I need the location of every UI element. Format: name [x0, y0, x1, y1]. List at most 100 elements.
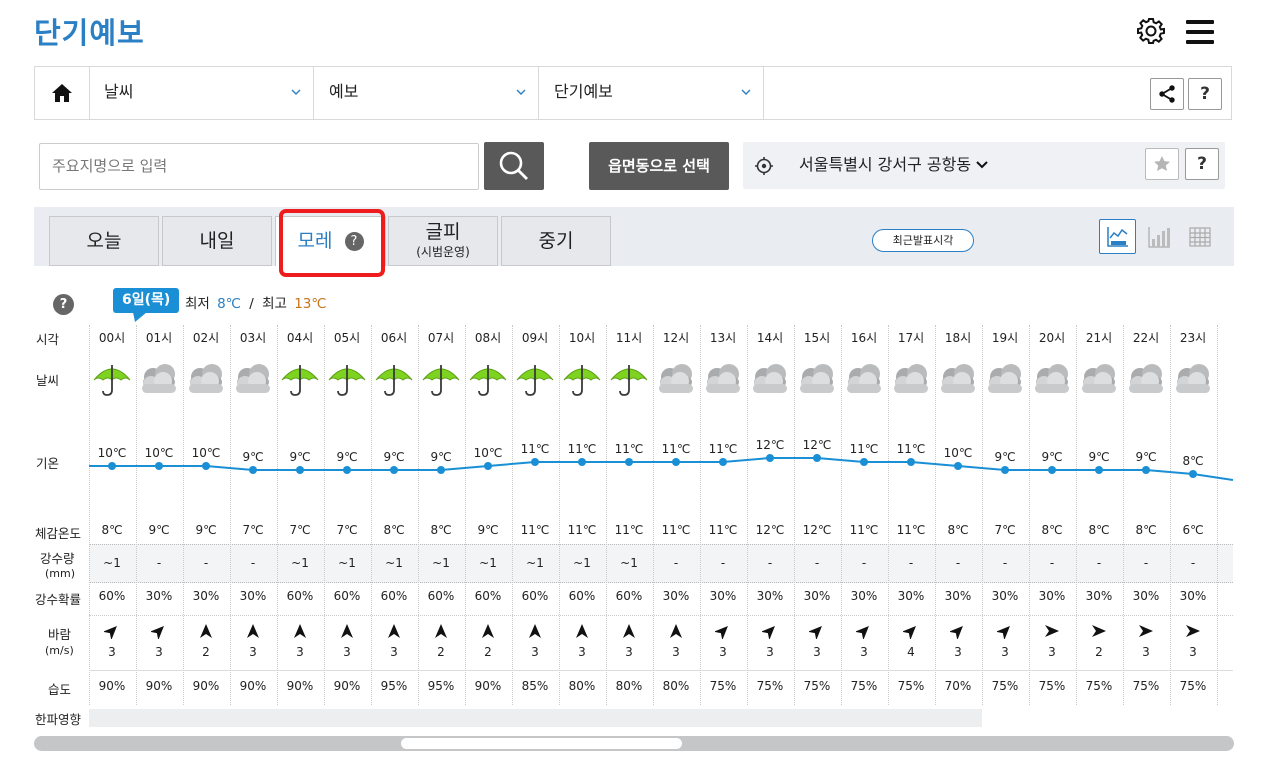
wind-speed-value: 3 [672, 645, 680, 659]
precipitation-value: - [1096, 556, 1102, 570]
temperature-label: 10℃ [191, 446, 221, 460]
wind-direction-arrow-icon [623, 624, 635, 638]
wind-direction-arrow-icon [388, 624, 400, 638]
precip-probability-value: 30% [1132, 589, 1160, 603]
wind-arrow-shape [200, 624, 212, 638]
precip-probability-value: 60% [615, 589, 643, 603]
humidity-value: 90% [239, 679, 267, 693]
feels-like-value: 8℃ [383, 523, 405, 537]
row-divider [89, 670, 1233, 671]
cloud-front [941, 384, 975, 393]
cloudy-icon [847, 364, 881, 393]
temperature-point [954, 462, 962, 470]
hour-label: 08시 [474, 331, 502, 345]
precipitation-value: - [861, 556, 867, 570]
temperature-point [531, 458, 539, 466]
wind-arrow-shape [623, 624, 635, 638]
precipitation-value: - [720, 556, 726, 570]
precip-probability-value: 60% [568, 589, 596, 603]
feels-like-value: 7℃ [289, 523, 311, 537]
precip-probability-value: 30% [944, 589, 972, 603]
wind-speed-value: 3 [108, 645, 116, 659]
column-separator [1216, 325, 1218, 705]
feels-like-value: 8℃ [101, 523, 123, 537]
hour-label: 11시 [615, 331, 643, 345]
hourly-forecast-grid: 00시 10℃ 8℃ ~1 60% 3 90% 01시 10℃ 9℃ - 30% 3 90% 02시 10℃ 9… [0, 0, 1276, 762]
wind-direction-arrow-icon [1092, 625, 1106, 637]
cloud-shapes [1176, 364, 1210, 393]
hour-label: 03시 [239, 331, 267, 345]
wind-arrow-shape [247, 624, 259, 638]
wind-arrow-shape [294, 624, 306, 638]
precip-probability-value: 60% [427, 589, 455, 603]
wind-speed-value: 3 [249, 645, 257, 659]
wind-speed-value: 2 [1095, 645, 1103, 659]
wind-arrow-shape [950, 626, 963, 639]
feels-like-value: 8℃ [1041, 523, 1063, 537]
hour-label: 22시 [1132, 331, 1160, 345]
temperature-point [766, 454, 774, 462]
temperature-point [484, 462, 492, 470]
cloud-shapes [189, 364, 223, 393]
wind-arrow-shape [1045, 625, 1059, 637]
precipitation-value: ~1 [338, 556, 356, 570]
temperature-label: 12℃ [755, 438, 785, 452]
hour-label: 14시 [756, 331, 784, 345]
wind-direction-arrow-icon [104, 626, 117, 639]
feels-like-value: 8℃ [1135, 523, 1157, 537]
temperature-label: 8℃ [1182, 454, 1204, 468]
wind-direction-arrow-icon [715, 626, 728, 639]
hour-label: 10시 [568, 331, 596, 345]
hour-label: 18시 [944, 331, 972, 345]
wind-direction-arrow-icon [997, 626, 1010, 639]
precipitation-value: ~1 [526, 556, 544, 570]
wind-speed-value: 3 [1001, 645, 1009, 659]
hour-label: 06시 [380, 331, 408, 345]
umbrella-rain-icon [422, 365, 460, 396]
wind-speed-value: 3 [766, 645, 774, 659]
cloudy-icon [753, 364, 787, 393]
humidity-value: 90% [98, 679, 126, 693]
hour-label: 00시 [98, 331, 126, 345]
wind-speed-value: 2 [202, 645, 210, 659]
cloud-shapes [988, 364, 1022, 393]
precipitation-value: ~1 [385, 556, 403, 570]
cloud-front [894, 384, 928, 393]
precipitation-value: - [908, 556, 914, 570]
humidity-value: 80% [662, 679, 690, 693]
cloud-front [659, 384, 693, 393]
wind-arrow-shape [482, 624, 494, 638]
cloud-front [1129, 384, 1163, 393]
wind-direction-arrow-icon [482, 624, 494, 638]
cloudy-icon [1176, 364, 1210, 393]
temperature-point [437, 466, 445, 474]
hour-label: 05시 [333, 331, 361, 345]
scrollbar-thumb[interactable] [401, 738, 682, 749]
wind-arrow-shape [903, 626, 916, 639]
wind-arrow-shape [1139, 625, 1153, 637]
umbrella-rain-icon [281, 365, 319, 396]
wind-arrow-shape [762, 626, 775, 639]
hour-label: 20시 [1038, 331, 1066, 345]
precipitation-value: - [156, 556, 162, 570]
wind-speed-value: 3 [390, 645, 398, 659]
precip-probability-value: 30% [803, 589, 831, 603]
wind-arrow-shape [576, 624, 588, 638]
humidity-value: 75% [1132, 679, 1160, 693]
precip-probability-value: 30% [709, 589, 737, 603]
precip-probability-value: 30% [991, 589, 1019, 603]
wind-speed-value: 3 [296, 645, 304, 659]
cloudy-icon [1035, 364, 1069, 393]
feels-like-value: 7℃ [994, 523, 1016, 537]
wind-direction-arrow-icon [529, 624, 541, 638]
wind-direction-arrow-icon [903, 626, 916, 639]
feels-like-value: 12℃ [802, 523, 832, 537]
wind-arrow-shape [151, 626, 164, 639]
cloudy-icon [189, 364, 223, 393]
cloud-shapes [753, 364, 787, 393]
precip-probability-value: 60% [474, 589, 502, 603]
cloud-front [142, 384, 176, 393]
wind-arrow-shape [997, 626, 1010, 639]
humidity-value: 75% [850, 679, 878, 693]
precip-probability-value: 60% [286, 589, 314, 603]
